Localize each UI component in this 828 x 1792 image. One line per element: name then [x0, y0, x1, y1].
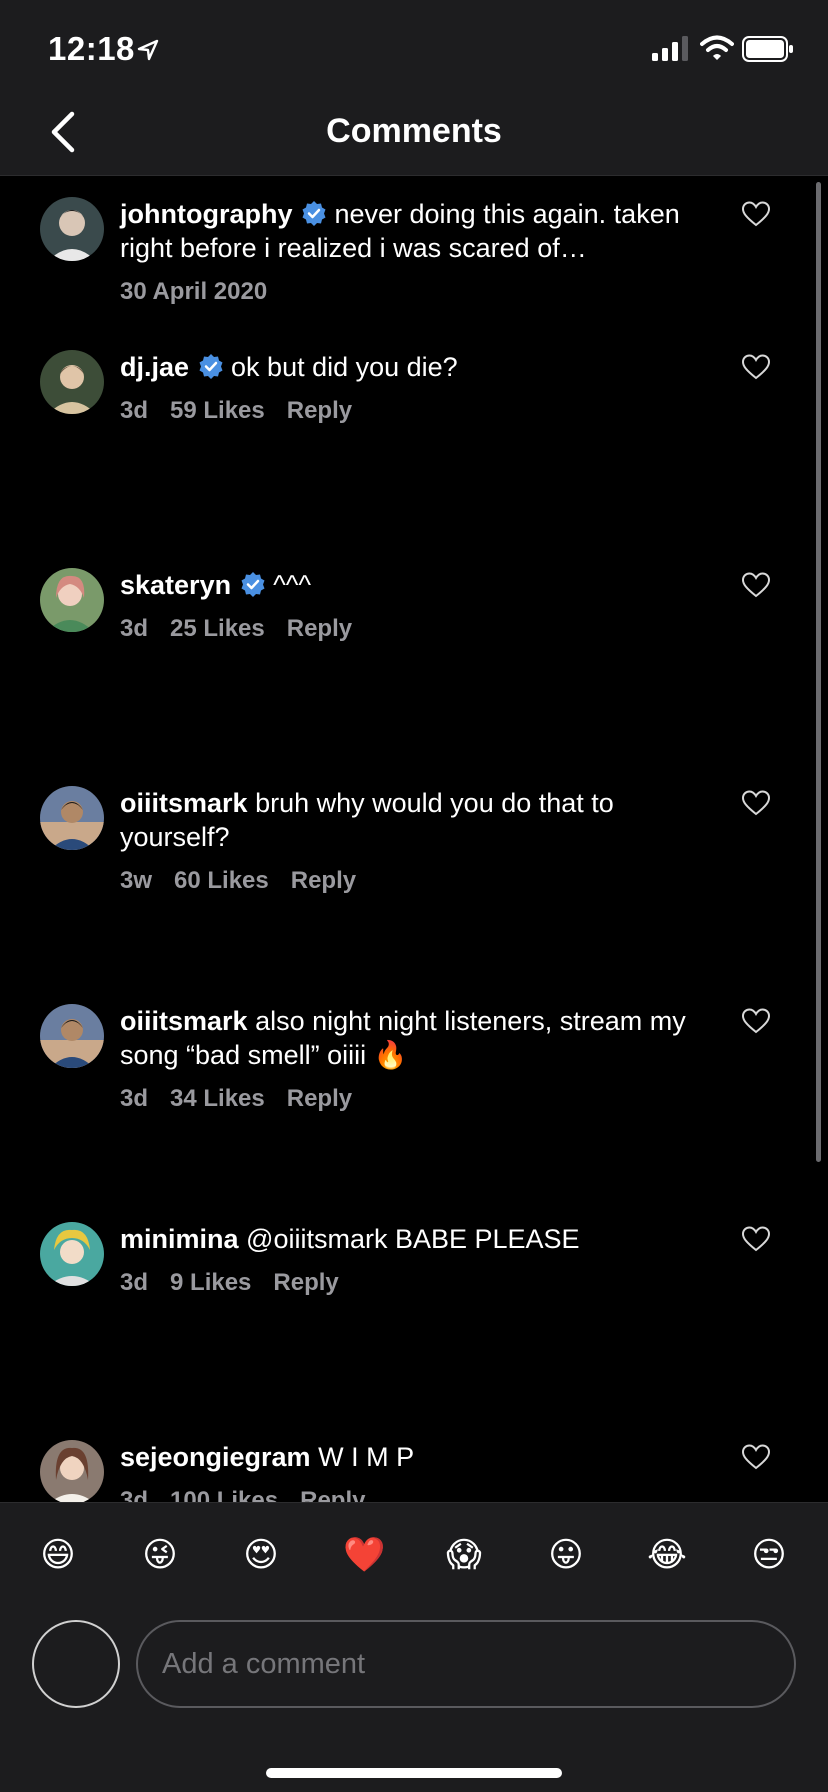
- comment-text-line: oiiitsmark also night night listeners, s…: [120, 1004, 710, 1072]
- comment-time: 3d: [120, 397, 149, 424]
- comment-text-line: johntography never doing this again. take…: [120, 197, 710, 265]
- emoji-red-heart[interactable]: ❤️: [343, 1535, 385, 1575]
- comment-likes[interactable]: 25 Likes: [170, 615, 265, 642]
- comment-meta: 3d 34 Likes Reply: [120, 1082, 710, 1116]
- comment-likes[interactable]: 9 Likes: [170, 1269, 251, 1296]
- emoji-tongue[interactable]: 😛: [546, 1535, 586, 1575]
- comment-username[interactable]: minimina: [120, 1224, 239, 1254]
- comment-text-line: sejeongiegram W I M P: [120, 1440, 710, 1474]
- heart-icon[interactable]: [742, 790, 770, 816]
- heart-icon[interactable]: [742, 1226, 770, 1252]
- reply-button[interactable]: Reply: [287, 615, 352, 642]
- comment-username[interactable]: oiiitsmark: [120, 1006, 248, 1036]
- comment-username[interactable]: skateryn: [120, 570, 231, 600]
- reply-button[interactable]: Reply: [287, 1085, 352, 1112]
- verified-badge-icon: [302, 201, 326, 226]
- comment-time: 30 April 2020: [120, 278, 268, 305]
- heart-icon[interactable]: [742, 354, 770, 380]
- comment-time: 3d: [120, 615, 149, 642]
- comment-time: 3w: [120, 867, 153, 894]
- reply-button[interactable]: Reply: [287, 397, 352, 424]
- avatar[interactable]: [40, 1222, 104, 1286]
- comment-meta: 3w 60 Likes Reply: [120, 864, 710, 898]
- comment-text-line: skateryn ^^^: [120, 568, 710, 602]
- comment-text: ok but did you die?: [231, 352, 458, 382]
- comment-meta: 30 April 2020: [120, 275, 710, 309]
- emoji-unamused[interactable]: 😒: [749, 1535, 789, 1575]
- comment-meta: 3d 9 Likes Reply: [120, 1266, 710, 1300]
- status-time: 12:18: [48, 30, 135, 67]
- heart-icon[interactable]: [742, 201, 770, 227]
- scrollbar[interactable]: [816, 182, 821, 1162]
- verified-badge-icon: [199, 354, 223, 379]
- heart-icon[interactable]: [742, 1444, 770, 1470]
- comment-likes[interactable]: 59 Likes: [170, 397, 265, 424]
- reply-button[interactable]: Reply: [273, 1269, 338, 1296]
- heart-icon[interactable]: [742, 572, 770, 598]
- emoji-winking-tongue[interactable]: 😜: [140, 1535, 180, 1575]
- comment-username[interactable]: sejeongiegram: [120, 1442, 311, 1472]
- avatar[interactable]: [40, 786, 104, 850]
- emoji-tears-of-joy[interactable]: 😂: [647, 1535, 687, 1575]
- emoji-bar: 😄 😜 😍 ❤️ 😱 😛 😂 😒: [0, 1502, 828, 1602]
- header: Comments: [0, 90, 828, 176]
- comment-username[interactable]: oiiitsmark: [120, 788, 248, 818]
- comment-time: 3d: [120, 1085, 149, 1112]
- avatar[interactable]: [40, 350, 104, 414]
- add-comment-input[interactable]: [136, 1620, 796, 1708]
- comment-text-line: oiiitsmark bruh why would you do that to…: [120, 786, 710, 854]
- comment-composer: 😄 😜 😍 ❤️ 😱 😛 😂 😒: [0, 1502, 828, 1792]
- avatar[interactable]: [40, 1004, 104, 1068]
- current-user-avatar: [32, 1620, 120, 1708]
- verified-badge-icon: [241, 572, 265, 597]
- comment-likes[interactable]: 34 Likes: [170, 1085, 265, 1112]
- comment-likes[interactable]: 100 Likes: [170, 1487, 278, 1502]
- comment-text-line: dj.jae ok but did you die?: [120, 350, 710, 384]
- emoji-heart-eyes[interactable]: 😍: [241, 1535, 281, 1575]
- comment-meta: 3d 25 Likes Reply: [120, 612, 710, 646]
- comment-username[interactable]: dj.jae: [120, 352, 189, 382]
- wifi-icon: [700, 35, 734, 60]
- comment-time: 3d: [120, 1269, 149, 1296]
- heart-icon[interactable]: [742, 1008, 770, 1034]
- reply-button[interactable]: Reply: [291, 867, 356, 894]
- comment-meta: 3d 100 Likes Reply: [120, 1484, 710, 1502]
- status-bar: 12:18: [0, 0, 828, 90]
- comment-text: ^^^: [273, 570, 312, 600]
- location-arrow-icon: [137, 39, 159, 61]
- comment-username[interactable]: johntography: [120, 199, 292, 229]
- reply-button[interactable]: Reply: [300, 1487, 365, 1502]
- avatar[interactable]: [40, 568, 104, 632]
- home-indicator: [266, 1768, 562, 1778]
- comment-time: 3d: [120, 1487, 149, 1502]
- comment-text: W I M P: [318, 1442, 415, 1472]
- emoji-grinning[interactable]: 😄: [38, 1535, 78, 1575]
- page-title: Comments: [326, 112, 502, 150]
- battery-icon: [742, 36, 793, 62]
- comment-meta: 3d 59 Likes Reply: [120, 394, 710, 428]
- comment-likes[interactable]: 60 Likes: [174, 867, 269, 894]
- comments-list[interactable]: johntography never doing this again. take…: [0, 177, 828, 1502]
- comment-text: @oiiitsmark BABE PLEASE: [246, 1224, 580, 1254]
- emoji-screaming[interactable]: 😱: [444, 1535, 484, 1575]
- cellular-signal-icon: [652, 36, 688, 61]
- avatar[interactable]: [40, 1440, 104, 1502]
- avatar[interactable]: [40, 197, 104, 261]
- comment-text-line: minimina @oiiitsmark BABE PLEASE: [120, 1222, 710, 1256]
